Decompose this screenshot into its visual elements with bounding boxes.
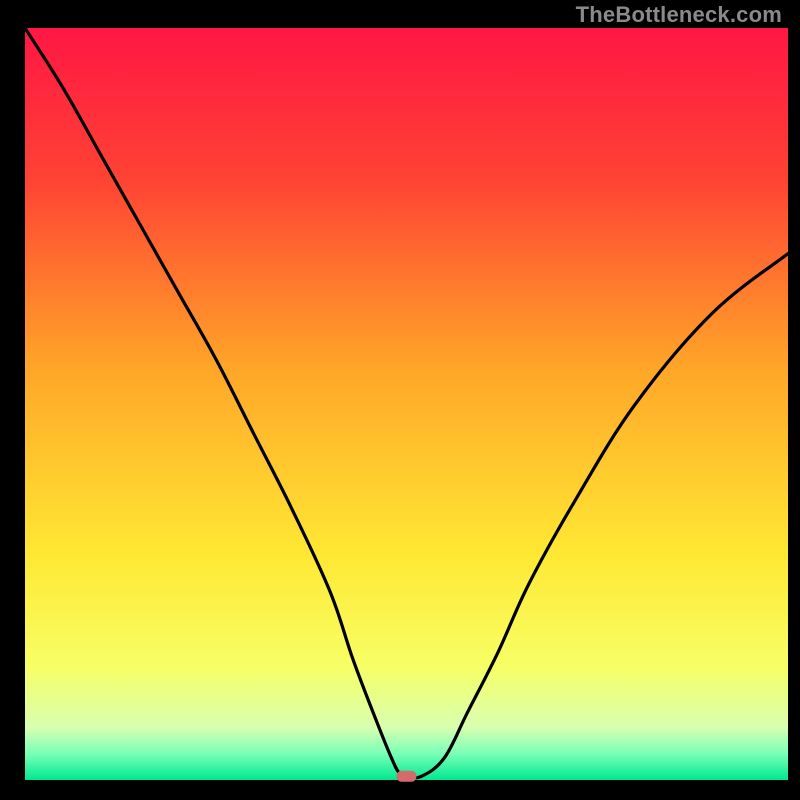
optimum-marker <box>397 771 417 782</box>
plot-background <box>25 28 788 780</box>
chart-frame: TheBottleneck.com <box>0 0 800 800</box>
bottleneck-chart <box>0 0 800 800</box>
